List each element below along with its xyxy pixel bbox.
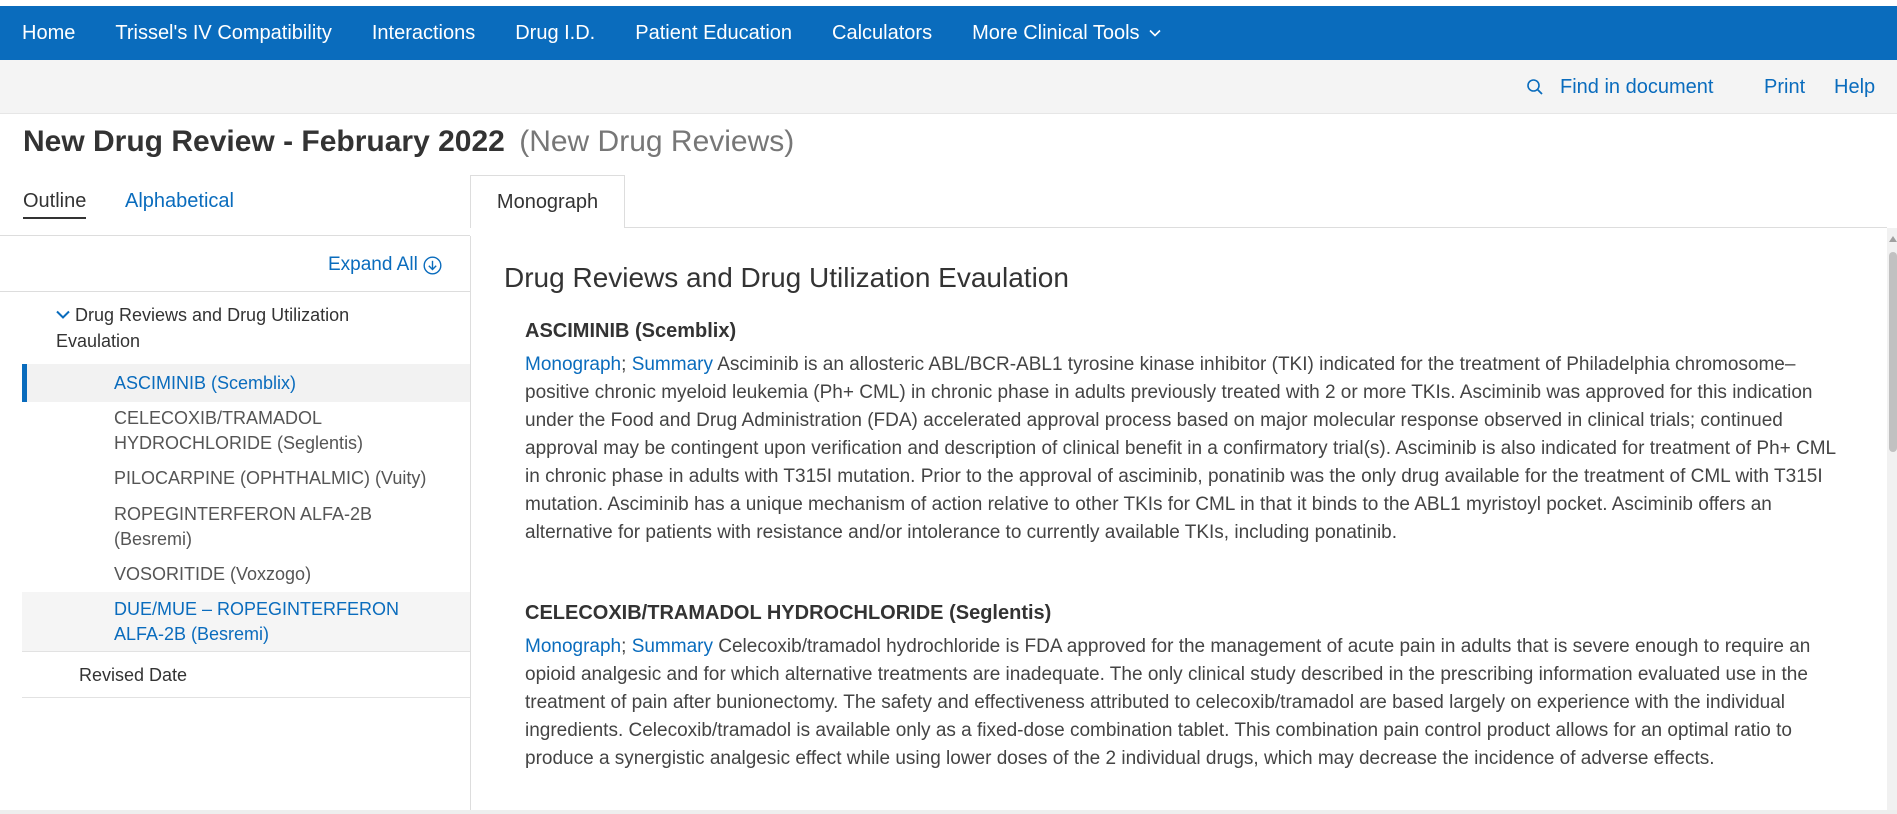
summary-link[interactable]: Summary xyxy=(632,636,713,657)
section-heading: Drug Reviews and Drug Utilization Evaula… xyxy=(504,262,1069,293)
nav-more-clinical-tools-label: More Clinical Tools xyxy=(972,21,1140,44)
outline-item-due-mue-ropeginterferon[interactable]: DUE/MUE – ROPEGINTERFERON ALFA-2B (Besre… xyxy=(22,592,470,652)
circle-down-arrow-icon xyxy=(423,255,442,275)
page-title-category: (New Drug Reviews) xyxy=(519,125,795,158)
monograph-link[interactable]: Monograph xyxy=(525,636,621,657)
outline-item-celecoxib-tramadol[interactable]: CELECOXIB/TRAMADOL HYDROCHLORIDE (Seglen… xyxy=(22,406,470,456)
sidebar-tabs: Outline Alphabetical xyxy=(0,178,470,236)
nav-drug-id[interactable]: Drug I.D. xyxy=(515,22,595,45)
drug-name: CELECOXIB/TRAMADOL HYDROCHLORIDE (Seglen… xyxy=(525,602,1052,624)
print-button[interactable]: Print xyxy=(1764,60,1805,114)
outline-parent-drug-reviews[interactable]: Drug Reviews and Drug Utilization Evaula… xyxy=(56,302,436,354)
outline-item-revised-date[interactable]: Revised Date xyxy=(22,652,470,698)
sidebar-divider xyxy=(0,291,470,292)
drug-name: ASCIMINIB (Scemblix) xyxy=(525,320,737,342)
drug-summary: Monograph; Summary Asciminib is an allos… xyxy=(525,351,1855,547)
find-in-document-button[interactable]: Find in document xyxy=(1526,60,1713,114)
expand-all-button[interactable]: Expand All xyxy=(328,254,442,276)
nav-calculators[interactable]: Calculators xyxy=(832,22,932,45)
outline-item-vosoritide[interactable]: VOSORITIDE (Voxzogo) xyxy=(22,562,470,587)
link-separator: ; xyxy=(621,354,627,375)
outline-item-asciminib[interactable]: ASCIMINIB (Scemblix) xyxy=(22,364,470,402)
tab-alphabetical[interactable]: Alphabetical xyxy=(125,190,234,213)
outline-item-ropeginterferon[interactable]: ROPEGINTERFERON ALFA-2B (Besremi) xyxy=(22,502,470,552)
tab-monograph[interactable]: Monograph xyxy=(470,175,625,228)
content-scrollbar-thumb[interactable] xyxy=(1889,252,1897,452)
summary-link[interactable]: Summary xyxy=(632,354,713,375)
drug-entry-asciminib: ASCIMINIB (Scemblix) Monograph; Summary … xyxy=(525,320,1855,547)
link-separator: ; xyxy=(621,636,627,657)
drug-summary: Monograph; Summary Celecoxib/tramadol hy… xyxy=(525,633,1855,773)
document-toolbar: Find in document Print Help xyxy=(0,60,1897,114)
drug-description: Asciminib is an allosteric ABL/BCR-ABL1 … xyxy=(525,354,1836,543)
drug-description: Celecoxib/tramadol hydrochloride is FDA … xyxy=(525,636,1811,769)
scroll-up-arrow-icon[interactable] xyxy=(1889,236,1897,242)
top-navigation-bar: Home Trissel's IV Compatibility Interact… xyxy=(0,6,1897,60)
nav-patient-education[interactable]: Patient Education xyxy=(635,22,792,45)
nav-trissels-iv-compatibility[interactable]: Trissel's IV Compatibility xyxy=(115,22,331,45)
find-in-document-label: Find in document xyxy=(1560,75,1714,98)
page-title: New Drug Review - February 2022 (New Dru… xyxy=(23,125,794,159)
monograph-content: Drug Reviews and Drug Utilization Evaula… xyxy=(471,228,1887,814)
tab-outline[interactable]: Outline xyxy=(23,190,87,219)
outline-item-pilocarpine[interactable]: PILOCARPINE (OPHTHALMIC) (Vuity) xyxy=(22,466,470,491)
nav-home[interactable]: Home xyxy=(22,22,75,45)
outline-parent-label: Drug Reviews and Drug Utilization Evaula… xyxy=(56,305,350,351)
expand-all-label: Expand All xyxy=(328,254,418,275)
nav-interactions[interactable]: Interactions xyxy=(372,22,475,45)
nav-more-clinical-tools[interactable]: More Clinical Tools xyxy=(972,21,1161,45)
drug-entry-celecoxib-tramadol: CELECOXIB/TRAMADOL HYDROCHLORIDE (Seglen… xyxy=(525,602,1855,773)
search-icon xyxy=(1527,79,1543,95)
page-title-main: New Drug Review - February 2022 xyxy=(23,125,505,158)
help-button[interactable]: Help xyxy=(1834,60,1875,114)
chevron-down-icon xyxy=(56,310,70,319)
chevron-down-icon xyxy=(1148,29,1161,37)
monograph-link[interactable]: Monograph xyxy=(525,354,621,375)
horizontal-scrollbar[interactable] xyxy=(0,810,1897,814)
